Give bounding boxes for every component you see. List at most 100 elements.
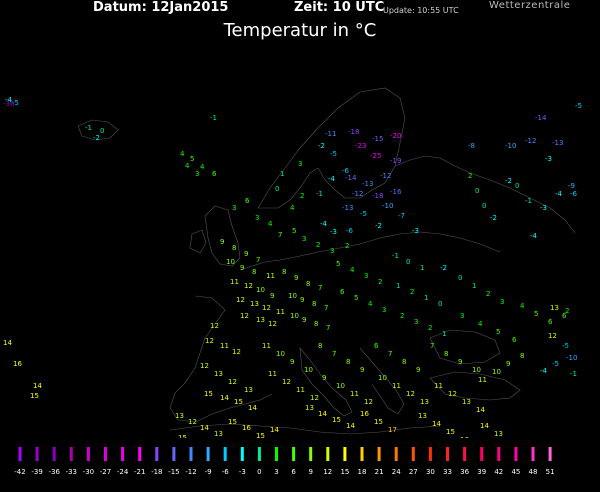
legend-label: -24 — [117, 468, 129, 476]
station-temp-reading: 16 — [13, 360, 22, 368]
station-temp-reading: 10 — [226, 258, 235, 266]
station-temp-reading: -1 — [570, 370, 577, 378]
station-temp-reading: -2 — [93, 134, 100, 142]
station-temp-reading: 4 — [290, 204, 295, 212]
station-temp-reading: 0 — [475, 187, 479, 195]
station-temp-reading: 7 — [256, 256, 260, 264]
station-temp-reading: 13 — [550, 304, 559, 312]
legend-swatch — [86, 447, 90, 461]
station-temp-reading: 11 — [434, 382, 443, 390]
legend-label: -39 — [31, 468, 42, 476]
station-temp-reading: 2 — [300, 192, 304, 200]
station-temp-reading: 11 — [350, 390, 359, 398]
station-temp-reading: 9 — [322, 374, 326, 382]
station-temp-reading: -2 — [375, 222, 382, 230]
station-temp-reading: 14 — [476, 406, 485, 414]
station-temp-reading: 1 — [396, 282, 400, 290]
legend-label: -42 — [14, 468, 25, 476]
legend-items: -42 -39 -36 -33 -30 -27 -24 -21 -18 -15 -12 -9 -6 -3 0… — [14, 447, 555, 476]
time-unit: UTC — [355, 0, 385, 15]
legend-swatch — [52, 447, 56, 461]
station-temp-reading: -10 — [505, 142, 516, 150]
station-temp-reading: 10 — [304, 366, 313, 374]
station-temp-reading: 4 — [268, 220, 273, 228]
station-temp-reading: 11 — [296, 386, 305, 394]
station-temp-reading: 8 — [314, 320, 318, 328]
legend-label: -30 — [83, 468, 94, 476]
station-temp-reading: 13 — [214, 430, 223, 438]
station-temp-reading: 0 — [275, 185, 279, 193]
legend-label: 48 — [529, 468, 538, 476]
legend-swatch — [377, 447, 381, 461]
station-temp-reading: 15 — [446, 428, 455, 436]
station-temp-reading: 8 — [520, 352, 524, 360]
station-temp-reading: 14 — [3, 339, 12, 347]
station-temp-reading: 11 — [262, 342, 271, 350]
legend-label: -27 — [100, 468, 111, 476]
legend-label: 15 — [340, 468, 349, 476]
station-temp-reading: 15 — [204, 390, 213, 398]
station-temp-reading: 8 — [252, 268, 256, 276]
station-temp-reading: 12 — [448, 390, 457, 398]
station-temp-reading: 15 — [374, 418, 383, 426]
station-temp-reading: 7 — [388, 350, 392, 358]
legend-label: -15 — [168, 468, 179, 476]
station-temp-reading: 9 — [300, 296, 304, 304]
station-temp-reading: 14 — [480, 422, 489, 430]
legend-swatch — [480, 447, 484, 461]
station-temp-reading: 6 — [512, 336, 517, 344]
station-temp-reading: 8 — [232, 244, 236, 252]
legend-swatch — [172, 447, 176, 461]
station-temp-reading: 2 — [410, 288, 414, 296]
legend-swatch — [360, 447, 364, 461]
station-temp-reading: 6 — [340, 288, 345, 296]
station-temp-reading: 12 — [268, 320, 277, 328]
station-temp-reading: -6 — [346, 227, 354, 235]
station-temp-reading: 8 — [306, 280, 310, 288]
station-temp-reading: 6 — [212, 170, 217, 178]
station-temp-reading: 12 — [244, 282, 253, 290]
station-temp-reading: 9 — [244, 250, 248, 258]
legend-label: 45 — [511, 468, 520, 476]
station-temp-reading: -2 — [505, 177, 512, 185]
station-temp-reading: 15 — [234, 398, 243, 406]
station-temp-reading: 3 — [298, 160, 302, 168]
station-temp-reading: 12 — [228, 378, 237, 386]
station-temp-reading: 2 — [565, 307, 569, 315]
station-temp-reading: 7 — [324, 304, 328, 312]
legend-label: -18 — [151, 468, 162, 476]
legend-swatch — [428, 447, 432, 461]
legend-label: 33 — [443, 468, 452, 476]
station-temp-reading: 1 — [424, 294, 428, 302]
station-temp-reading: -4 — [555, 190, 563, 198]
station-temp-reading: 15 — [256, 432, 265, 438]
station-temp-reading: -18 — [372, 192, 383, 200]
station-temp-reading: 13 — [462, 398, 471, 406]
legend-swatch — [35, 447, 39, 461]
legend-label: -6 — [222, 468, 230, 476]
time-display: Zeit: 10 UTC — [294, 0, 384, 15]
station-temp-reading: 12 — [232, 348, 241, 356]
legend-swatch — [104, 447, 107, 461]
station-temp-reading: 13 — [305, 404, 314, 412]
legend-label: 3 — [274, 468, 278, 476]
legend-swatch — [394, 447, 398, 461]
station-temp-reading: 10 — [336, 382, 345, 390]
station-temp-reading: -9 — [568, 182, 575, 190]
legend-label: 0 — [257, 468, 261, 476]
station-temp-reading: 16 — [242, 424, 251, 432]
station-temp-reading: 2 — [428, 324, 432, 332]
station-temp-reading: -13 — [552, 139, 563, 147]
station-temp-reading: 14 — [220, 394, 229, 402]
station-temp-reading: -7 — [398, 212, 405, 220]
station-temp-reading: 8 — [318, 342, 322, 350]
station-temp-reading: 4 — [185, 162, 190, 170]
station-temp-reading: 0 — [100, 127, 104, 135]
station-temp-reading: 13 — [418, 412, 427, 420]
station-temp-reading: 3 — [330, 247, 334, 255]
station-temp-reading: 4 — [478, 320, 483, 328]
station-temp-reading: 14 — [432, 420, 441, 428]
station-temp-reading: 4 — [180, 150, 185, 158]
map-title: Temperatur in °C — [223, 20, 377, 41]
station-temp-reading: 7 — [430, 342, 434, 350]
